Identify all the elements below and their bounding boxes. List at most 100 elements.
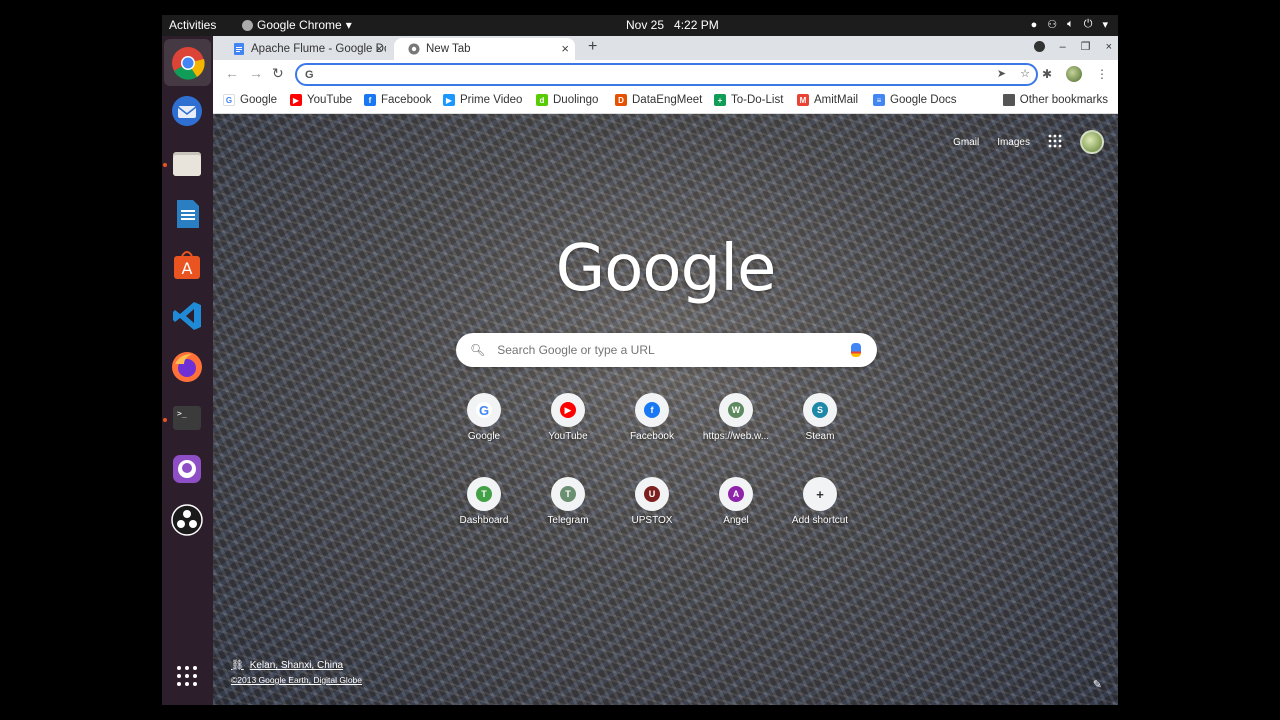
shortcut-dashboard[interactable]: T Dashboard <box>442 477 526 526</box>
shortcut-tiles: G Google ▶ YouTube f Facebook Whttps://web.w..… <box>460 393 867 563</box>
app-menu[interactable]: Google Chrome ▾ <box>242 18 352 32</box>
profile-avatar[interactable] <box>1066 66 1082 82</box>
chrome-menu-icon[interactable]: ⋮ <box>1096 67 1108 81</box>
account-avatar[interactable] <box>1080 130 1104 154</box>
browser-toolbar: ← → ↻ G ➤ ☆ ✱ ⋮ <box>213 60 1118 88</box>
system-tray[interactable]: ● ⚇ 🔈︎ ⏻ ▾ <box>1031 18 1108 31</box>
address-input[interactable] <box>321 67 1036 82</box>
bookmark-to-do-list[interactable]: + To-Do-List <box>714 94 783 106</box>
shortcut-label: Dashboard <box>459 515 509 526</box>
google-docs-icon <box>234 43 244 55</box>
tab-apache-flume[interactable]: Apache Flume - Google Do × <box>219 38 389 60</box>
shortcut-icon-circle: A <box>719 477 753 511</box>
app-menu-arrow-icon: ▾ <box>345 18 352 32</box>
dock-libreoffice-writer[interactable] <box>169 196 205 232</box>
bookmark-google[interactable]: G Google <box>223 94 277 106</box>
send-tab-icon[interactable]: ➤ <box>997 67 1006 80</box>
location-label: Kelan, Shanxi, China <box>249 660 344 671</box>
google-icon: G <box>223 94 235 106</box>
amitmail-icon: M <box>797 94 809 106</box>
gmail-link[interactable]: Gmail <box>953 137 979 148</box>
dock-firefox[interactable] <box>169 349 205 385</box>
shortcut-https-web-w[interactable]: Whttps://web.w... <box>694 393 778 442</box>
shortcut-favicon-icon: T <box>560 486 576 502</box>
images-link[interactable]: Images <box>997 137 1030 148</box>
customize-pencil-icon[interactable]: ✎ <box>1093 678 1102 691</box>
tab-close-icon[interactable]: × <box>375 41 383 56</box>
dock-vscode[interactable] <box>169 298 205 334</box>
tab-search-icon[interactable] <box>1033 41 1045 52</box>
shortcut-upstox[interactable]: U UPSTOX <box>610 477 694 526</box>
shortcut-google[interactable]: G Google <box>442 393 526 442</box>
bookmark-duolingo[interactable]: d Duolingo <box>536 94 598 106</box>
bookmark-facebook[interactable]: f Facebook <box>364 94 432 106</box>
show-apps-grid-icon <box>177 666 197 686</box>
shortcut-icon-circle: S <box>803 393 837 427</box>
shortcut-label: Steam <box>805 431 835 442</box>
bookmark-amitmail[interactable]: M AmitMail <box>797 94 858 106</box>
forward-button[interactable]: → <box>249 65 263 81</box>
clock[interactable]: Nov 25 4:22 PM <box>626 18 719 32</box>
dock-files[interactable] <box>169 145 205 181</box>
chrome-tray-icon[interactable]: ● <box>1031 19 1038 31</box>
ntp-search-box[interactable]: 🔍︎ <box>456 333 877 367</box>
dock-chrome[interactable] <box>164 39 211 86</box>
location-link[interactable]: ⛓ Kelan, Shanxi, China <box>231 660 362 671</box>
reload-button[interactable]: ↻ <box>272 65 284 82</box>
bookmark-youtube[interactable]: ▶ YouTube <box>290 94 352 106</box>
google-apps-icon[interactable] <box>1048 134 1062 151</box>
dock-github-desktop[interactable] <box>169 451 205 487</box>
svg-text:>_: >_ <box>177 409 187 418</box>
shortcut-add-shortcut[interactable]: + Add shortcut <box>778 477 862 526</box>
shortcut-icon-circle: ▶ <box>551 393 585 427</box>
google-logo: Google <box>555 232 777 306</box>
tab-close-icon[interactable]: × <box>561 41 569 56</box>
link-icon: ⛓ <box>231 660 244 671</box>
shortcut-youtube[interactable]: ▶ YouTube <box>526 393 610 442</box>
minimize-button[interactable]: – <box>1060 41 1066 53</box>
shortcut-steam[interactable]: S Steam <box>778 393 862 442</box>
new-tab-button[interactable]: + <box>588 38 597 56</box>
bookmark-dataengmeet[interactable]: D DataEngMeet <box>615 94 702 106</box>
address-bar[interactable]: G ➤ ☆ <box>295 63 1038 86</box>
maximize-button[interactable]: ❐ <box>1081 40 1091 53</box>
ntp-header: Gmail Images <box>953 130 1104 154</box>
shortcut-telegram[interactable]: T Telegram <box>526 477 610 526</box>
bookmark-google-docs[interactable]: ≡ Google Docs <box>873 94 956 106</box>
tab-strip: Apache Flume - Google Do × New Tab × + –… <box>213 36 1118 60</box>
shortcut-icon-circle: U <box>635 477 669 511</box>
back-button[interactable]: ← <box>225 65 239 81</box>
bookmark-star-icon[interactable]: ☆ <box>1020 67 1030 80</box>
dock-show-applications[interactable] <box>169 658 205 694</box>
bookmark-label: Prime Video <box>460 94 523 106</box>
dock-thunderbird[interactable] <box>169 93 205 129</box>
close-window-button[interactable]: × <box>1106 41 1112 53</box>
add-shortcut-icon: + <box>812 486 828 502</box>
dock-obs-studio[interactable] <box>169 502 205 538</box>
dock-terminal[interactable]: >_ <box>169 400 205 436</box>
dock-software-center[interactable]: A <box>169 247 205 283</box>
microphone-icon[interactable] <box>851 343 861 357</box>
shortcut-label: Angel <box>723 515 749 526</box>
chrome-mini-icon <box>242 19 253 31</box>
shortcut-icon-circle: + <box>803 477 837 511</box>
activities-button[interactable]: Activities <box>169 18 216 32</box>
shortcut-favicon-icon: f <box>644 402 660 418</box>
shortcut-facebook[interactable]: f Facebook <box>610 393 694 442</box>
tab-title: Apache Flume - Google Do <box>251 43 386 55</box>
new-tab-page: Gmail Images Google 🔍︎ G Google ▶ YouTube f F… <box>213 114 1118 705</box>
running-indicator <box>163 163 167 167</box>
bookmark-prime-video[interactable]: ▶ Prime Video <box>443 94 522 106</box>
thunderbird-icon <box>172 96 202 126</box>
writer-icon <box>177 200 199 228</box>
ubuntu-dock: A >_ <box>162 36 213 705</box>
tab-new-tab[interactable]: New Tab × <box>394 38 575 60</box>
shortcut-favicon-icon: ▶ <box>560 402 576 418</box>
other-bookmarks[interactable]: Other bookmarks <box>1002 94 1108 106</box>
shortcut-angel[interactable]: A Angel <box>694 477 778 526</box>
tab-title: New Tab <box>426 43 471 55</box>
background-attribution: ⛓ Kelan, Shanxi, China ©2013 Google Eart… <box>231 660 362 685</box>
ntp-search-input[interactable] <box>497 343 851 357</box>
extensions-puzzle-icon[interactable]: ✱ <box>1042 67 1052 81</box>
shortcut-label: Add shortcut <box>791 515 849 526</box>
